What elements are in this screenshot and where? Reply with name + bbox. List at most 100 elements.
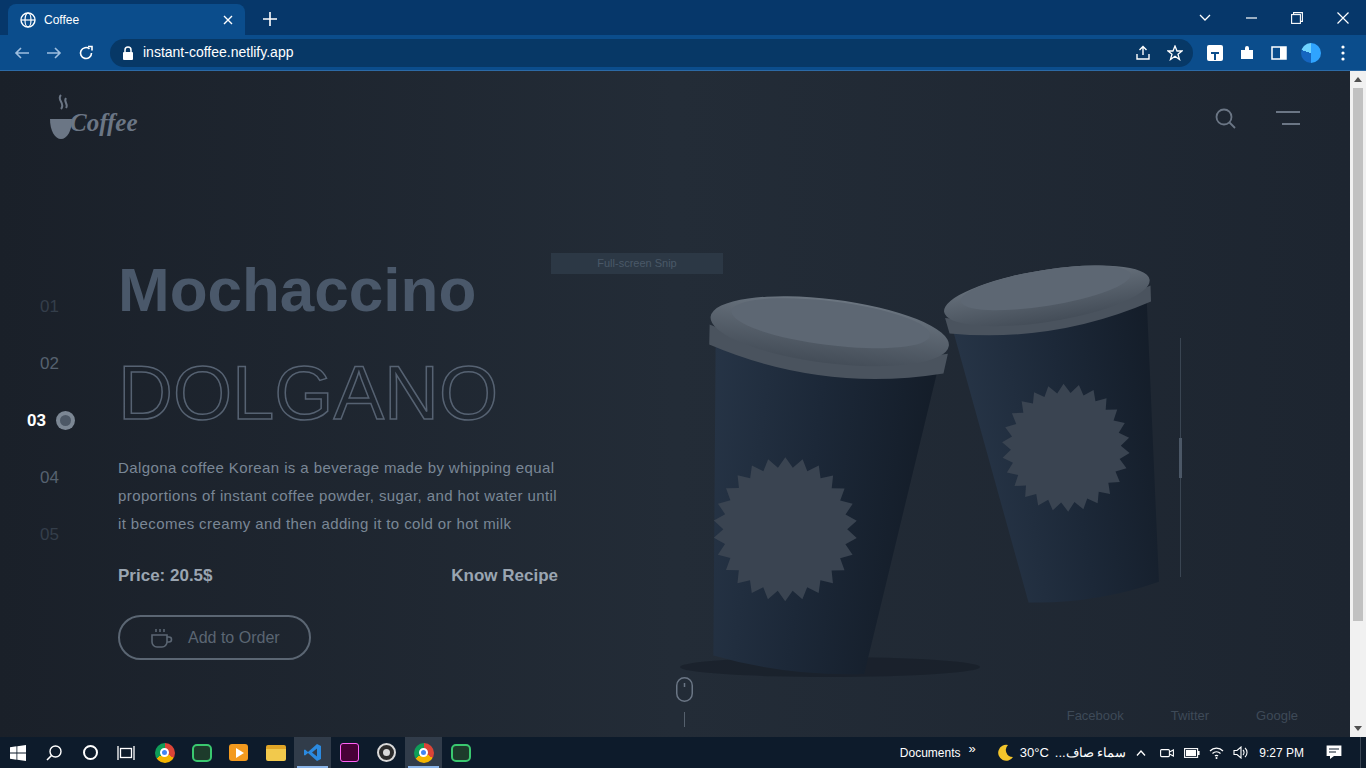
cup-icon	[150, 628, 173, 648]
weather-temperature[interactable]: 30°C	[1020, 743, 1049, 763]
search-icon	[46, 745, 62, 761]
social-link[interactable]: Google	[1256, 706, 1298, 726]
file-explorer-icon	[266, 745, 286, 761]
product-description: Dalgona coffee Korean is a beverage made…	[118, 454, 558, 538]
chevron-down-icon	[1199, 14, 1211, 22]
site-logo[interactable]: Coffee	[48, 93, 138, 143]
task-view-button[interactable]	[108, 737, 144, 768]
restore-button[interactable]	[1274, 0, 1320, 35]
speaker-icon[interactable]	[1233, 746, 1248, 759]
adobe-xd-icon	[340, 743, 359, 762]
app-icon-holder	[377, 743, 396, 762]
slide-number: 04	[40, 465, 59, 491]
nox-icon	[192, 744, 212, 762]
taskbar-app[interactable]	[257, 737, 294, 768]
taskbar-app[interactable]	[220, 737, 257, 768]
close-window-button[interactable]	[1320, 0, 1366, 35]
site-footer: Facebook Twitter Google	[0, 677, 1350, 737]
taskbar-app[interactable]	[368, 737, 405, 768]
hero-content: Mochaccino DOLGANO Dalgona coffee Korean…	[118, 250, 563, 660]
menu-icon[interactable]	[1276, 110, 1300, 126]
app-icon-holder	[340, 743, 359, 762]
moon-icon	[996, 744, 1014, 762]
chrome-icon	[414, 743, 434, 763]
start-button[interactable]	[0, 737, 36, 768]
scroll-down-icon[interactable]	[1354, 726, 1362, 732]
share-icon[interactable]	[1135, 45, 1151, 61]
taskbar-app[interactable]	[405, 737, 442, 768]
obs-icon	[377, 743, 396, 762]
taskbar-app[interactable]	[442, 737, 479, 768]
extension-button[interactable]	[1199, 45, 1231, 61]
lock-icon	[122, 46, 134, 60]
app-icon-holder	[451, 744, 471, 762]
translate-extension-icon	[1207, 45, 1223, 61]
show-desktop-button[interactable]	[1360, 737, 1366, 768]
address-bar[interactable]: instant-coffee.netlify.app	[110, 39, 1193, 67]
side-panel-button[interactable]	[1263, 45, 1295, 61]
taskbar-app[interactable]	[331, 737, 368, 768]
social-links: Facebook Twitter Google	[1067, 706, 1350, 738]
new-tab-button[interactable]	[263, 12, 277, 26]
taskbar-app[interactable]	[294, 737, 331, 768]
back-button[interactable]	[6, 45, 38, 61]
mouse-icon	[676, 677, 693, 702]
taskbar-app[interactable]	[146, 737, 183, 768]
notification-icon[interactable]	[1326, 745, 1342, 760]
vscode-icon	[303, 743, 322, 762]
meet-now-icon[interactable]	[1160, 747, 1174, 759]
logo-text: Coffee	[70, 107, 138, 143]
profile-button[interactable]	[1295, 43, 1327, 63]
star-icon[interactable]	[1167, 45, 1183, 61]
wifi-icon[interactable]	[1209, 746, 1224, 759]
slide-nav-item[interactable]: 02	[0, 335, 75, 392]
app-icon-holder	[266, 745, 286, 761]
browser-menu-button[interactable]	[1327, 45, 1359, 61]
browser-tab[interactable]: Coffee	[8, 4, 245, 35]
site-header: Coffee	[0, 71, 1350, 147]
forward-button[interactable]	[38, 45, 70, 61]
slide-nav-item[interactable]: 05	[0, 506, 75, 563]
close-tab-icon[interactable]	[223, 15, 233, 25]
scrollbar-thumb[interactable]	[1353, 88, 1363, 621]
social-link[interactable]: Twitter	[1171, 706, 1209, 726]
clock[interactable]: 9:27 PM	[1259, 744, 1304, 762]
snip-tooltip: Full-screen Snip	[551, 253, 723, 274]
slide-nav-item[interactable]: 04	[0, 449, 75, 506]
url-text: instant-coffee.netlify.app	[143, 42, 293, 63]
web-page: Coffee 01 02 03 04 05 Mochaccino DOLGANO Dal…	[0, 71, 1350, 737]
slide-number: 02	[40, 351, 59, 377]
add-to-order-button[interactable]: Add to Order	[118, 615, 311, 660]
social-link[interactable]: Facebook	[1067, 706, 1124, 726]
page-scrollbar[interactable]	[1350, 71, 1366, 737]
documents-toolbar[interactable]: Documents	[900, 744, 961, 762]
chevron-up-icon[interactable]	[1136, 750, 1146, 756]
reload-button[interactable]	[70, 45, 102, 61]
side-panel-icon	[1271, 45, 1287, 61]
taskbar-search-button[interactable]	[36, 737, 72, 768]
search-icon[interactable]	[1215, 108, 1236, 129]
coffee-cups-image	[680, 242, 1170, 672]
minimize-icon	[1246, 17, 1257, 19]
extensions-menu-button[interactable]	[1231, 45, 1263, 61]
battery-icon[interactable]	[1184, 748, 1200, 758]
minimize-button[interactable]	[1228, 0, 1274, 35]
slide-spacer	[59, 363, 75, 364]
tab-search-button[interactable]	[1182, 0, 1228, 35]
know-recipe-link[interactable]: Know Recipe	[451, 564, 558, 588]
globe-icon	[20, 12, 36, 28]
slide-nav-item[interactable]: 03	[0, 392, 75, 449]
taskbar-app[interactable]	[183, 737, 220, 768]
active-app-indicator	[297, 766, 328, 768]
slide-indicator-track	[1180, 338, 1181, 577]
browser-toolbar: instant-coffee.netlify.app	[0, 35, 1366, 71]
weather-condition[interactable]: سماء صاف...	[1055, 743, 1126, 763]
slide-indicator-thumb	[1179, 438, 1182, 478]
close-icon	[1337, 12, 1349, 24]
toolbar-more-button[interactable]: »	[969, 742, 976, 756]
restore-icon	[1291, 12, 1303, 24]
scroll-up-icon[interactable]	[1354, 76, 1362, 82]
slide-number: 05	[40, 522, 59, 548]
slide-nav-item[interactable]: 01	[0, 278, 75, 335]
cortana-button[interactable]	[72, 737, 108, 768]
